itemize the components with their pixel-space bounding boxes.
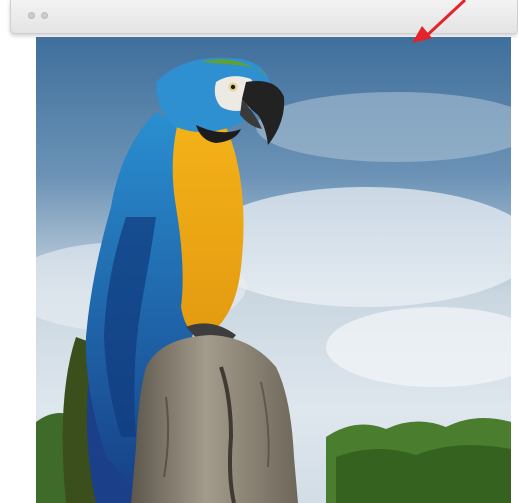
photo-image xyxy=(36,37,511,503)
red-arrow-icon xyxy=(412,0,467,43)
macaw-photo xyxy=(36,37,511,503)
preview-window xyxy=(10,0,518,503)
